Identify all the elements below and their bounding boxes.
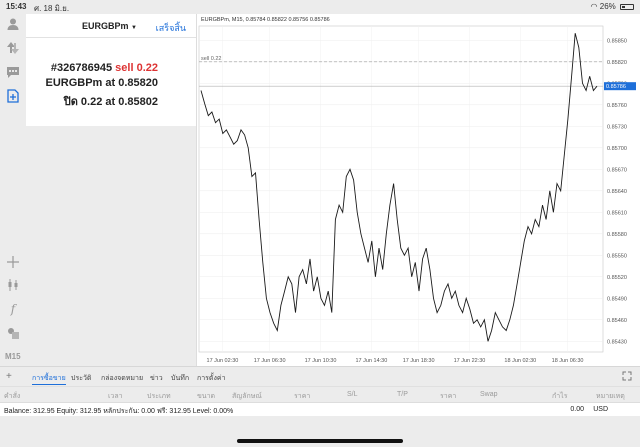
balance-row: Balance: 312.95 Equity: 312.95 หลักประกั…: [0, 402, 640, 416]
status-bar: 15:43 ศ. 18 มิ.ย. ◠ 26%: [0, 0, 640, 14]
candlestick-icon[interactable]: [6, 278, 20, 292]
left-toolbar: f M15: [0, 14, 26, 366]
order-id: #326786945: [50, 62, 113, 74]
col-sl: S/L: [347, 391, 358, 398]
crosshair-icon[interactable]: [6, 255, 20, 269]
y-tick-label: 0.85550: [607, 253, 627, 259]
y-tick-label: 0.85610: [607, 210, 627, 216]
y-tick-label: 0.85820: [607, 60, 627, 66]
tab-settings[interactable]: การตั้งค่า: [197, 373, 226, 384]
plot-frame: [198, 25, 604, 353]
order-side: sell 0.22: [115, 62, 158, 74]
chart-header: EURGBPm, M15, 0.85784 0.85822 0.85756 0.…: [201, 17, 330, 23]
timeframe-button[interactable]: M15: [5, 352, 21, 361]
trade-arrows-icon[interactable]: [6, 41, 20, 55]
battery-icon: [620, 3, 634, 10]
tab-mailbox[interactable]: กล่องจดหมาย: [101, 373, 143, 384]
symbol-selector[interactable]: EURGBPm ▼: [82, 21, 137, 31]
col-comment: หมายเหตุ: [596, 393, 625, 400]
col-type: ประเภท: [147, 393, 171, 400]
x-tick-label: 17 Jun 06:30: [254, 358, 286, 364]
tab-news[interactable]: ข่าว: [150, 373, 163, 384]
order-line-label: sell 0.22: [201, 56, 222, 62]
x-tick-label: 18 Jun 06:30: [552, 358, 584, 364]
x-tick-label: 17 Jun 10:30: [305, 358, 337, 364]
col-current-price: ราคา: [440, 393, 457, 400]
x-axis: 17 Jun 02:30 17 Jun 06:30 17 Jun 10:30 17 J…: [207, 358, 584, 364]
col-profit: กำไร: [552, 393, 568, 400]
chat-icon[interactable]: [6, 65, 20, 79]
new-order-icon[interactable]: [6, 89, 20, 103]
done-button[interactable]: เสร็จสิ้น: [156, 21, 186, 35]
trade-panel: EURGBPm ▼ เสร็จสิ้น #326786945 sell 0.22…: [26, 14, 196, 126]
chevron-down-icon: ▼: [131, 25, 137, 31]
home-indicator[interactable]: [237, 439, 403, 443]
chart-grid: [198, 25, 604, 353]
y-tick-label: 0.85460: [607, 318, 627, 324]
chart-svg[interactable]: EURGBPm, M15, 0.85784 0.85822 0.85756 0.…: [197, 14, 640, 366]
tab-history[interactable]: ประวัติ: [71, 373, 91, 384]
col-tp: T/P: [397, 391, 408, 398]
y-tick-label: 0.85520: [607, 275, 627, 281]
open-price: 0.85820: [118, 77, 158, 89]
tab-journal[interactable]: บันทึก: [171, 373, 189, 384]
x-tick-label: 17 Jun 02:30: [207, 358, 239, 364]
y-tick-label: 0.85640: [607, 189, 627, 195]
y-tick-label: 0.85580: [607, 232, 627, 238]
y-tick-label: 0.85670: [607, 167, 627, 173]
close-price: 0.85802: [118, 96, 158, 108]
y-tick-label: 0.85700: [607, 146, 627, 152]
col-price: ราคา: [294, 393, 311, 400]
bottom-tabs-bar: + การซื้อขาย ประวัติ กล่องจดหมาย ข่าว บั…: [0, 366, 640, 386]
col-symbol: สัญลักษณ์: [232, 393, 262, 400]
tab-trade[interactable]: การซื้อขาย: [32, 373, 66, 385]
account-icon[interactable]: [6, 17, 20, 31]
order-line-1: #326786945 sell 0.22: [51, 62, 158, 74]
trade-panel-header: EURGBPm ▼ เสร็จสิ้น: [26, 14, 196, 38]
current-price-label: 0.85786: [606, 84, 626, 90]
add-icon[interactable]: +: [6, 371, 12, 382]
y-tick-label: 0.85730: [607, 124, 627, 130]
x-tick-label: 18 Jun 02:30: [504, 358, 536, 364]
expand-icon[interactable]: [622, 371, 632, 383]
currency: USD: [593, 406, 608, 413]
status-right: ◠ 26%: [591, 2, 634, 11]
price-series-line: [200, 33, 598, 342]
battery-level: 26%: [599, 2, 616, 11]
x-tick-label: 17 Jun 18:30: [403, 358, 435, 364]
price-chart[interactable]: EURGBPm, M15, 0.85784 0.85822 0.85756 0.…: [196, 14, 640, 366]
orders-table-header: คำสั่ง เวลา ประเภท ขนาด สัญลักษณ์ ราคา S…: [0, 386, 640, 402]
x-tick-label: 17 Jun 14:30: [355, 358, 387, 364]
y-tick-label: 0.85760: [607, 103, 627, 109]
order-line-3: ปิด 0.22 at 0.85802: [63, 96, 158, 108]
function-icon[interactable]: f: [6, 302, 20, 316]
y-tick-label: 0.85430: [607, 339, 627, 345]
objects-icon[interactable]: [6, 326, 20, 340]
status-time: 15:43: [6, 2, 27, 11]
x-tick-label: 17 Jun 22:30: [454, 358, 486, 364]
total-profit: 0.00: [570, 406, 584, 413]
y-tick-label: 0.85490: [607, 296, 627, 302]
col-order: คำสั่ง: [4, 393, 21, 400]
y-tick-label: 0.85850: [607, 38, 627, 44]
col-swap: Swap: [480, 391, 498, 398]
col-time: เวลา: [108, 393, 123, 400]
order-line-2: EURGBPm at 0.85820: [45, 77, 158, 89]
col-volume: ขนาด: [197, 393, 216, 400]
wifi-icon: ◠: [590, 2, 598, 11]
